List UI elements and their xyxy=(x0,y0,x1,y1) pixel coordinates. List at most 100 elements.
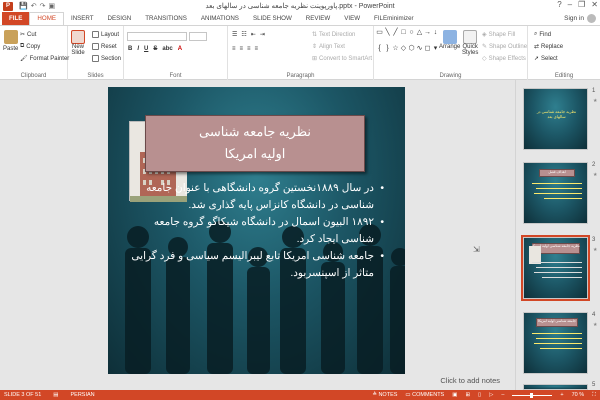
save-icon[interactable]: 💾 xyxy=(19,2,28,10)
reset-button[interactable]: Reset xyxy=(92,43,117,50)
comments-button[interactable]: ▭ COMMENTS xyxy=(405,392,444,398)
slideshow-icon[interactable]: ▣ xyxy=(48,2,55,10)
arrange-button[interactable]: Arrange xyxy=(439,30,460,50)
normal-view-icon[interactable]: ▣ xyxy=(452,392,457,398)
shape-oval-icon[interactable]: ○ xyxy=(408,29,415,44)
shape-rect-icon[interactable]: □ xyxy=(400,29,407,44)
zoom-out-button[interactable]: – xyxy=(501,392,504,398)
close-icon[interactable]: ✕ xyxy=(591,0,598,9)
bold-button[interactable]: B xyxy=(128,46,132,52)
layout-button[interactable]: Layout xyxy=(92,31,119,38)
language-indicator[interactable]: PERSIAN xyxy=(71,392,95,398)
slide-body-text[interactable]: در سال ۱۸۸۹نخستین گروه دانشگاهی با عنوان… xyxy=(128,180,384,282)
slideshow-view-icon[interactable]: ▷ xyxy=(489,392,493,398)
align-text-button[interactable]: ⇕ Align Text xyxy=(312,43,345,51)
undo-icon[interactable]: ↶ xyxy=(31,2,37,10)
redo-icon[interactable]: ↷ xyxy=(40,2,46,10)
shape-line-icon[interactable]: ╲ xyxy=(384,29,391,44)
italic-button[interactable]: I xyxy=(137,46,139,52)
shape-line2-icon[interactable]: ╱ xyxy=(392,29,399,44)
paste-button[interactable]: Paste xyxy=(3,30,18,52)
new-slide-button[interactable]: New Slide xyxy=(71,30,85,56)
zoom-level[interactable]: 70 % xyxy=(572,392,585,398)
shapes-gallery[interactable]: ▭ ╲ ╱ □ ○ △ → ↓ { } ☆ ◇ ⬡ ∿ ◻ ▾ xyxy=(376,29,439,60)
avatar[interactable] xyxy=(587,14,596,23)
tab-file[interactable]: FILE xyxy=(2,12,30,25)
align-left-icon[interactable]: ≡ xyxy=(232,46,236,52)
shape-brace2-icon[interactable]: } xyxy=(384,45,391,60)
notes-button[interactable]: ≙ NOTES xyxy=(372,392,397,398)
slide-sorter-icon[interactable]: ⊞ xyxy=(465,392,470,398)
tab-slide-show[interactable]: SLIDE SHOW xyxy=(246,12,299,25)
zoom-slider-thumb[interactable] xyxy=(530,392,534,398)
align-right-icon[interactable]: ≡ xyxy=(247,46,251,52)
tab-transitions[interactable]: TRANSITIONS xyxy=(138,12,194,25)
text-direction-button[interactable]: ⇅ Text Direction xyxy=(312,31,355,39)
spellcheck-icon[interactable]: ▤ xyxy=(53,392,58,398)
shape-outline-label: Shape Outline xyxy=(489,43,528,50)
fit-slide-icon[interactable]: ⛶ xyxy=(592,392,596,399)
slide-thumbnail-4[interactable]: جامعه شناسی اولیه امریکا xyxy=(523,312,588,374)
select-button[interactable]: ➚ Select xyxy=(534,55,558,63)
quick-styles-button[interactable]: Quick Styles xyxy=(462,30,478,56)
tab-home[interactable]: HOME xyxy=(29,12,64,25)
find-button[interactable]: ⌕ Find xyxy=(534,31,551,38)
shape-effects-button[interactable]: ◇ Shape Effects xyxy=(482,55,526,63)
shape-curve-icon[interactable]: ∿ xyxy=(416,45,423,60)
shape-outline-button[interactable]: ✎ Shape Outline xyxy=(482,43,528,51)
copy-button[interactable]: ⧉ Copy xyxy=(20,43,40,50)
shape-arrow-icon[interactable]: → xyxy=(424,29,431,44)
slide-title-box[interactable]: نظریه جامعه شناسی اولیه امریکا xyxy=(145,115,365,172)
text-shadow-button[interactable]: abc xyxy=(162,46,172,52)
thumbnail-2-line xyxy=(544,198,582,199)
numbering-icon[interactable]: ☷ xyxy=(241,31,246,38)
replace-button[interactable]: ⇄ Replace xyxy=(534,43,563,51)
thumbnail-2-line xyxy=(534,193,582,194)
shape-textbox-icon[interactable]: ▭ xyxy=(376,29,383,44)
convert-smartart-button[interactable]: ⊞ Convert to SmartArt xyxy=(312,55,372,63)
bullets-icon[interactable]: ☰ xyxy=(232,31,237,38)
font-color-icon[interactable]: A xyxy=(178,46,182,52)
sign-in[interactable]: Sign in xyxy=(564,14,596,23)
shape-callout-icon[interactable]: ◻ xyxy=(424,45,431,60)
notes-placeholder[interactable]: Click to add notes xyxy=(440,376,500,385)
slide-canvas[interactable]: نظریه جامعه شناسی اولیه امریکا در سال ۱۸… xyxy=(108,87,405,374)
restore-icon[interactable]: ❐ xyxy=(578,0,585,9)
shape-triangle-icon[interactable]: △ xyxy=(416,29,423,44)
shape-effects-label: Shape Effects xyxy=(488,55,526,62)
section-button[interactable]: Section xyxy=(92,55,121,62)
thumbnail-3-line xyxy=(536,267,582,268)
zoom-slider[interactable] xyxy=(512,392,553,398)
help-icon[interactable]: ? xyxy=(557,0,561,9)
strikethrough-button[interactable]: S xyxy=(153,46,157,52)
slide-thumbnail-1[interactable]: نظریه جامعه شناسی در سالهای بعد xyxy=(523,88,588,150)
tab-view[interactable]: VIEW xyxy=(337,12,367,25)
tab-fileminimizer[interactable]: FILEminimizer xyxy=(367,12,421,25)
shape-star-icon[interactable]: ☆ xyxy=(392,45,399,60)
align-center-icon[interactable]: ≡ xyxy=(240,46,244,52)
slide-thumbnail-3[interactable]: نظریه جامعه شناسی اولیه امریکا xyxy=(521,235,590,301)
shape-more-icon[interactable]: ▾ xyxy=(432,45,439,60)
shape-arrow2-icon[interactable]: ↓ xyxy=(432,29,439,44)
outdent-icon[interactable]: ⇥ xyxy=(260,31,265,38)
tab-insert[interactable]: INSERT xyxy=(64,12,101,25)
minimize-icon[interactable]: – xyxy=(568,0,572,9)
slide-thumbnail-2[interactable]: اهداف فصل xyxy=(523,162,588,224)
underline-button[interactable]: U xyxy=(144,46,148,52)
font-name-dropdown[interactable] xyxy=(127,32,187,41)
zoom-in-button[interactable]: + xyxy=(560,392,563,398)
font-size-dropdown[interactable] xyxy=(189,32,207,41)
shape-brace-icon[interactable]: { xyxy=(376,45,383,60)
justify-icon[interactable]: ≡ xyxy=(255,46,259,52)
tab-review[interactable]: REVIEW xyxy=(299,12,337,25)
tab-animations[interactable]: ANIMATIONS xyxy=(194,12,246,25)
indent-icon[interactable]: ⇤ xyxy=(251,31,256,38)
cut-button[interactable]: ✂ Cut xyxy=(20,31,36,39)
reading-view-icon[interactable]: ▯ xyxy=(478,392,481,398)
format-painter-button[interactable]: 🖌 Format Painter xyxy=(20,55,69,63)
tab-design[interactable]: DESIGN xyxy=(101,12,139,25)
shape-hexagon-icon[interactable]: ⬡ xyxy=(408,45,415,60)
sign-in-label[interactable]: Sign in xyxy=(564,15,584,22)
shape-fill-button[interactable]: ◈ Shape Fill xyxy=(482,31,515,39)
shape-diamond-icon[interactable]: ◇ xyxy=(400,45,407,60)
